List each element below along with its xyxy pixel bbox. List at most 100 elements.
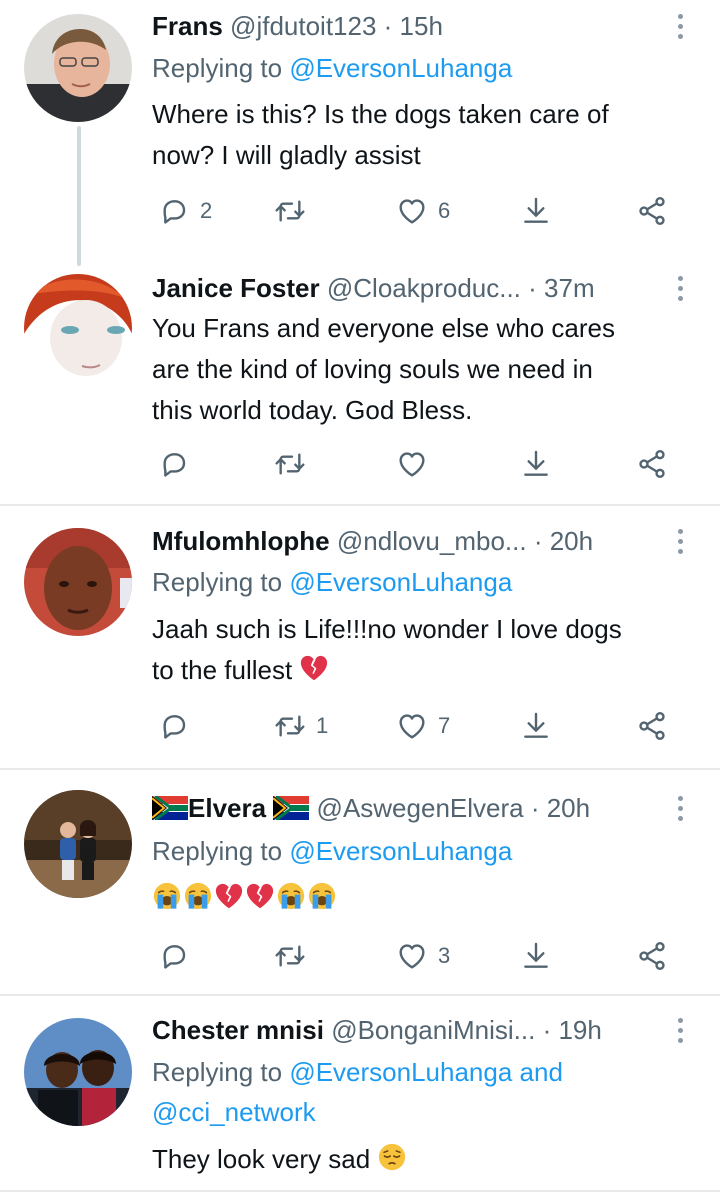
like-count: 7: [438, 713, 451, 738]
action-bar: [152, 444, 692, 484]
tweet-header: Elvera @AswegenElvera · 20h: [152, 790, 672, 826]
tweet-mfulomhlophe[interactable]: Mfulomhlophe @ndlovu_mbo... · 20h Replyi…: [0, 506, 720, 768]
reply-button[interactable]: [158, 936, 190, 976]
thread-connector-line: [77, 126, 81, 266]
timestamp[interactable]: · 19h: [543, 1015, 602, 1045]
user-handle[interactable]: @BonganiMnisi...: [331, 1015, 535, 1045]
mention-link[interactable]: @EversonLuhanga: [289, 836, 512, 866]
more-options-icon[interactable]: [670, 790, 690, 826]
avatar[interactable]: [24, 528, 132, 636]
tweet-chester-mnisi[interactable]: Chester mnisi @BonganiMnisi... · 19h Rep…: [0, 996, 720, 1203]
avatar[interactable]: [24, 1018, 132, 1126]
action-bar: 3: [152, 936, 692, 976]
timestamp[interactable]: · 20h: [534, 526, 593, 556]
divider: [0, 1190, 720, 1192]
action-bar: 2 6: [152, 191, 692, 231]
tweet-text: [152, 878, 680, 919]
like-button[interactable]: 3: [396, 936, 450, 976]
user-handle[interactable]: @Cloakproduc...: [327, 273, 521, 303]
tweet-header: Janice Foster @Cloakproduc... · 37m: [152, 270, 672, 306]
avatar[interactable]: [24, 274, 132, 382]
download-arrow-icon: [520, 710, 552, 742]
display-name[interactable]: Janice Foster: [152, 273, 320, 303]
display-name[interactable]: Elvera: [188, 793, 266, 823]
mention-and: and: [519, 1057, 563, 1087]
speech-bubble-icon: [158, 940, 190, 972]
reply-count: 2: [200, 198, 213, 223]
retweet-button[interactable]: [274, 936, 306, 976]
reply-button[interactable]: 2: [158, 191, 212, 231]
tweet-text-line: You Frans and everyone else who cares: [152, 313, 615, 343]
avatar[interactable]: [24, 790, 132, 898]
retweet-button[interactable]: 1: [274, 706, 328, 746]
loudly-crying-face-emoji: [152, 881, 182, 911]
like-button[interactable]: 6: [396, 191, 450, 231]
speech-bubble-icon: [158, 710, 190, 742]
download-arrow-icon: [520, 195, 552, 227]
download-arrow-icon: [520, 448, 552, 480]
replying-to: Replying to @EversonLuhanga: [152, 831, 680, 871]
retweet-arrows-icon: [274, 710, 306, 742]
tweet-header: Frans @jfdutoit123 · 15h: [152, 8, 672, 44]
retweet-count: 1: [316, 713, 329, 738]
more-options-icon[interactable]: [670, 270, 690, 306]
tweet-text-line: now? I will gladly assist: [152, 140, 421, 170]
tweet-text: They look very sad: [152, 1139, 680, 1180]
mention-link[interactable]: @cci_network: [152, 1097, 316, 1127]
more-options-icon[interactable]: [670, 1012, 690, 1048]
like-count: 3: [438, 943, 451, 968]
share-nodes-icon: [636, 940, 668, 972]
save-button[interactable]: [520, 191, 552, 231]
save-button[interactable]: [520, 444, 552, 484]
replying-to-label: Replying to: [152, 53, 283, 83]
reply-button[interactable]: [158, 706, 190, 746]
share-nodes-icon: [636, 710, 668, 742]
display-name[interactable]: Chester mnisi: [152, 1015, 324, 1045]
broken-heart-emoji: [245, 881, 275, 911]
timestamp[interactable]: · 20h: [531, 793, 590, 823]
tweet-text: Jaah such is Life!!!no wonder I love dog…: [152, 609, 680, 691]
save-button[interactable]: [520, 706, 552, 746]
reply-button[interactable]: [158, 444, 190, 484]
speech-bubble-icon: [158, 195, 190, 227]
tweet-text-segment: to the fullest: [152, 655, 293, 685]
loudly-crying-face-emoji: [307, 881, 337, 911]
heart-outline-icon: [396, 448, 428, 480]
tweet-elvera[interactable]: Elvera @AswegenElvera · 20h Replying to …: [0, 770, 720, 994]
mention-link[interactable]: @EversonLuhanga: [289, 567, 512, 597]
tweet-janice-foster[interactable]: Janice Foster @Cloakproduc... · 37m You …: [0, 256, 720, 504]
share-button[interactable]: [636, 706, 668, 746]
like-button[interactable]: [396, 444, 428, 484]
share-button[interactable]: [636, 191, 668, 231]
loudly-crying-face-emoji: [183, 881, 213, 911]
user-handle[interactable]: @AswegenElvera: [317, 793, 524, 823]
display-name[interactable]: Mfulomhlophe: [152, 526, 330, 556]
timestamp[interactable]: · 15h: [384, 11, 443, 41]
mention-link[interactable]: @EversonLuhanga: [289, 1057, 512, 1087]
display-name[interactable]: Frans: [152, 11, 223, 41]
replying-to: Replying to @EversonLuhanga: [152, 562, 680, 602]
tweet-frans[interactable]: Frans @jfdutoit123 · 15h Replying to @Ev…: [0, 0, 720, 266]
more-options-icon[interactable]: [670, 8, 690, 44]
user-handle[interactable]: @ndlovu_mbo...: [337, 526, 527, 556]
south-africa-flag-emoji: [273, 796, 309, 820]
more-options-icon[interactable]: [670, 523, 690, 559]
share-button[interactable]: [636, 444, 668, 484]
user-handle[interactable]: @jfdutoit123: [230, 11, 376, 41]
mention-link[interactable]: @EversonLuhanga: [289, 53, 512, 83]
share-button[interactable]: [636, 936, 668, 976]
timestamp[interactable]: · 37m: [528, 273, 594, 303]
save-button[interactable]: [520, 936, 552, 976]
retweet-button[interactable]: [274, 444, 306, 484]
tweet-text: You Frans and everyone else who cares ar…: [152, 308, 680, 431]
like-button[interactable]: 7: [396, 706, 450, 746]
heart-outline-icon: [396, 195, 428, 227]
action-bar: 1 7: [152, 706, 692, 746]
replying-to: Replying to @EversonLuhanga and @cci_net…: [152, 1052, 680, 1132]
retweet-button[interactable]: [274, 191, 306, 231]
heart-outline-icon: [396, 710, 428, 742]
tweet-text-line: to the fullest: [152, 650, 680, 691]
south-africa-flag-emoji: [152, 796, 188, 820]
broken-heart-emoji: [214, 881, 244, 911]
avatar[interactable]: [24, 14, 132, 122]
